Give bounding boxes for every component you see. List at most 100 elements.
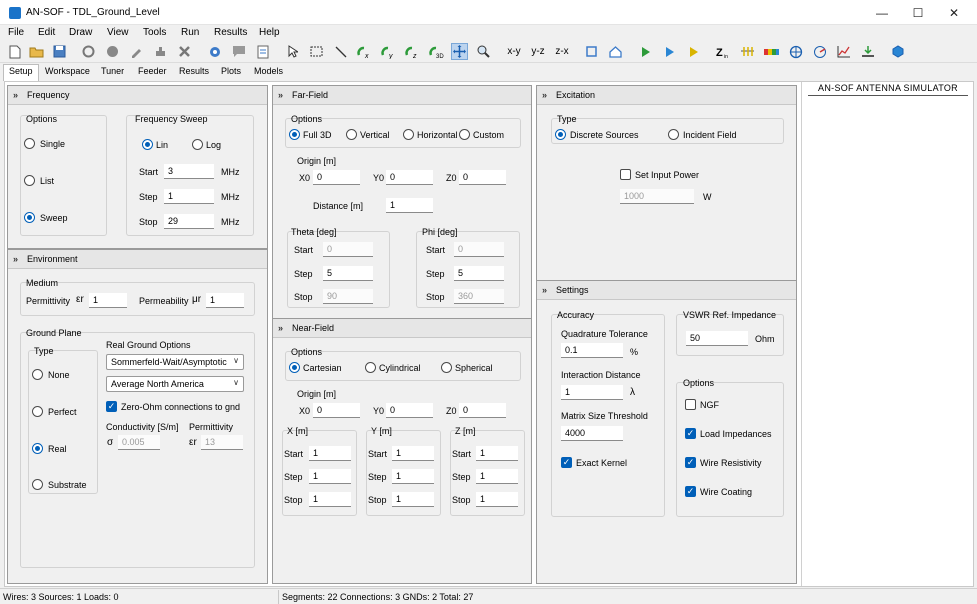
radio-spherical[interactable] [441,362,452,373]
collapse-chevron-icon[interactable]: » [278,86,283,105]
radio-horizontal[interactable] [403,129,414,140]
menu-edit[interactable]: Edit [38,27,55,38]
collapse-chevron-icon[interactable]: » [542,281,547,300]
ff-x0-input[interactable]: 0 [313,170,360,185]
maximize-button[interactable]: ☐ [903,4,933,22]
wire-coating-checkbox[interactable]: ✓ [685,486,696,497]
rotate-3d-icon[interactable]: 3D [428,43,445,60]
conductivity-input[interactable]: 0.005 [118,435,160,450]
radio-ground-real[interactable] [32,443,43,454]
zero-ohm-checkbox[interactable]: ✓ [106,401,117,412]
wire-resistivity-checkbox[interactable]: ✓ [685,457,696,468]
radio-cartesian[interactable] [289,362,300,373]
collapse-chevron-icon[interactable]: » [13,86,18,105]
about-cube-icon[interactable] [889,43,906,60]
rotate-z-icon[interactable]: z [404,43,421,60]
selection-box-icon[interactable] [308,43,325,60]
collapse-chevron-icon[interactable]: » [278,319,283,338]
draw-line-icon[interactable] [332,43,349,60]
view-zx-button[interactable]: z-x [553,43,571,60]
new-file-icon[interactable] [6,43,23,60]
radio-ground-perfect[interactable] [32,406,43,417]
freq-stop-input[interactable]: 29 [164,214,214,229]
close-button[interactable]: ✕ [939,4,969,22]
near-field-header[interactable]: » Near-Field [273,319,531,338]
excitation-header[interactable]: » Excitation [537,86,796,105]
polar-plot-icon[interactable] [811,43,828,60]
stop-icon[interactable] [104,43,121,60]
menu-tools[interactable]: Tools [143,27,166,38]
tab-feeder[interactable]: Feeder [138,66,167,76]
run-blue-icon[interactable] [661,43,678,60]
exact-kernel-checkbox[interactable]: ✓ [561,457,572,468]
nf-x-stop-input[interactable]: 1 [309,492,351,507]
nf-z-start-input[interactable]: 1 [476,446,518,461]
current-distribution-icon[interactable] [739,43,756,60]
menu-results[interactable]: Results [214,27,247,38]
tab-results[interactable]: Results [179,66,209,76]
radio-ground-none[interactable] [32,369,43,380]
menu-run[interactable]: Run [181,27,199,38]
radio-ground-substrate[interactable] [32,479,43,490]
ff-distance-input[interactable]: 1 [386,198,433,213]
theta-step-input[interactable]: 5 [323,266,373,281]
frequency-header[interactable]: » Frequency [8,86,267,105]
load-impedances-checkbox[interactable]: ✓ [685,428,696,439]
pan-move-icon[interactable] [451,43,468,60]
tab-workspace[interactable]: Workspace [45,66,90,76]
rotate-y-icon[interactable]: y [380,43,397,60]
nf-y-start-input[interactable]: 1 [392,446,434,461]
nf-y-stop-input[interactable]: 1 [392,492,434,507]
radio-vertical[interactable] [346,129,357,140]
select-pointer-icon[interactable] [284,43,301,60]
chart-plot-icon[interactable] [835,43,852,60]
delete-icon[interactable] [176,43,193,60]
nf-x-start-input[interactable]: 1 [309,446,351,461]
set-input-power-checkbox[interactable] [620,169,631,180]
notes-icon[interactable] [254,43,271,60]
tab-plots[interactable]: Plots [221,66,241,76]
fit-view-icon[interactable] [583,43,600,60]
freq-step-input[interactable]: 1 [164,189,214,204]
interaction-input[interactable]: 1 [561,385,623,400]
collapse-chevron-icon[interactable]: » [13,250,18,269]
radiation-pattern-icon[interactable] [787,43,804,60]
radio-sweep[interactable] [24,212,35,223]
run-green-icon[interactable] [637,43,654,60]
radio-log[interactable] [192,139,203,150]
radio-lin[interactable] [142,139,153,150]
settings-header[interactable]: » Settings [537,281,796,300]
zoom-icon[interactable] [475,43,492,60]
menu-help[interactable]: Help [259,27,280,38]
impedance-icon[interactable]: Zin [715,43,732,60]
matrix-size-input[interactable]: 4000 [561,426,623,441]
nf-z-step-input[interactable]: 1 [476,469,518,484]
radio-list[interactable] [24,175,35,186]
radio-single[interactable] [24,138,35,149]
run-yellow-icon[interactable] [685,43,702,60]
open-folder-icon[interactable] [28,43,45,60]
tab-setup[interactable]: Setup [3,64,39,81]
menu-draw[interactable]: Draw [69,27,92,38]
menu-view[interactable]: View [107,27,129,38]
vswr-input[interactable]: 50 [686,331,748,346]
home-icon[interactable] [607,43,624,60]
view-xy-button[interactable]: x-y [505,43,523,60]
phi-step-input[interactable]: 5 [454,266,504,281]
color-map-icon[interactable] [763,43,780,60]
minimize-button[interactable]: — [867,4,897,22]
theta-start-input[interactable]: 0 [323,242,373,257]
ground-permittivity-input[interactable]: 13 [201,435,243,450]
rotate-x-icon[interactable]: x [356,43,373,60]
radio-custom[interactable] [459,129,470,140]
radio-cylindrical[interactable] [365,362,376,373]
nf-z0-input[interactable]: 0 [459,403,506,418]
permeability-input[interactable]: 1 [206,293,244,308]
quad-tol-input[interactable]: 0.1 [561,343,623,358]
environment-header[interactable]: » Environment [8,250,267,269]
nf-x0-input[interactable]: 0 [313,403,360,418]
save-icon[interactable] [51,43,68,60]
nf-x-step-input[interactable]: 1 [309,469,351,484]
pencil-icon[interactable] [128,43,145,60]
ground-method-select[interactable]: Sommerfeld-Wait/Asymptotic ∨ [106,354,244,370]
